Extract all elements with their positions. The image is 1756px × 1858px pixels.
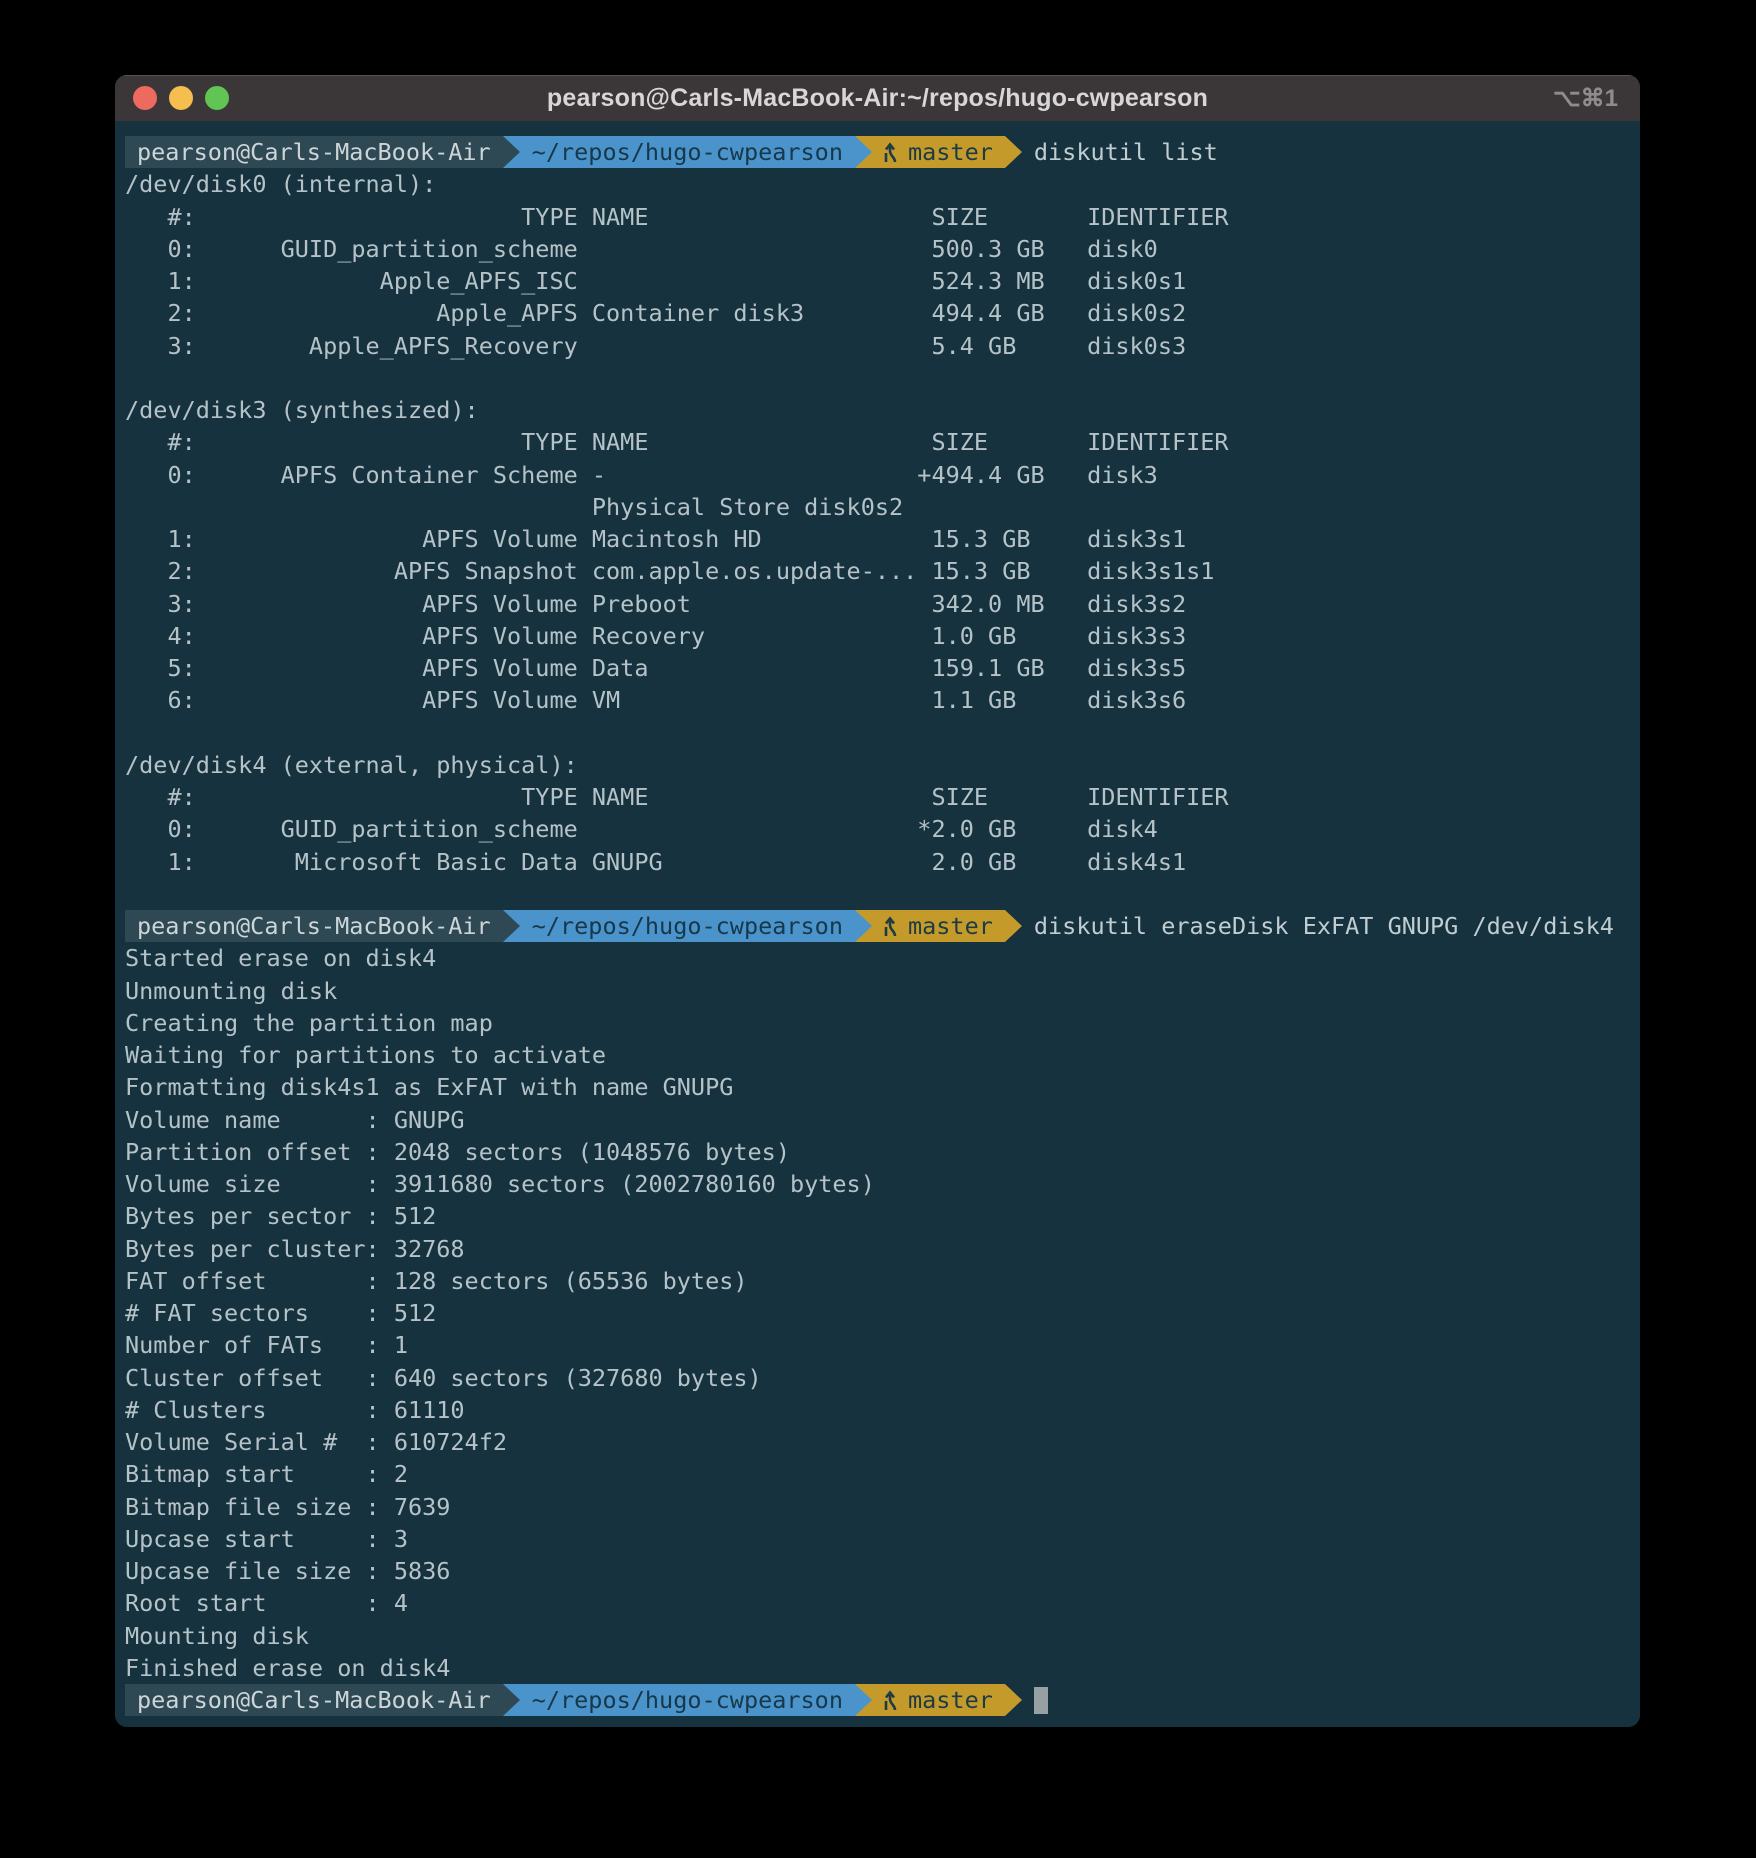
- window-title: pearson@Carls-MacBook-Air:~/repos/hugo-c…: [115, 84, 1640, 113]
- terminal-window: pearson@Carls-MacBook-Air:~/repos/hugo-c…: [115, 75, 1640, 1727]
- shell-prompt: pearson@Carls-MacBook-Air ~/repos/hugo-cw…: [125, 136, 1640, 168]
- traffic-lights: [115, 86, 229, 110]
- terminal-output-line: Root start : 4: [125, 1587, 1640, 1619]
- powerline-arrow-icon: [1005, 910, 1022, 942]
- terminal-cursor[interactable]: [1034, 1687, 1048, 1714]
- terminal-output-line: Volume Serial # : 610724f2: [125, 1426, 1640, 1458]
- terminal-output-line: 3: Apple_APFS_Recovery 5.4 GB disk0s3: [125, 330, 1640, 362]
- terminal-output-line: 1: Microsoft Basic Data GNUPG 2.0 GB dis…: [125, 846, 1640, 878]
- shell-prompt: pearson@Carls-MacBook-Air ~/repos/hugo-cw…: [125, 1684, 1640, 1716]
- prompt-directory: ~/repos/hugo-cwpearson: [520, 136, 855, 168]
- terminal-output-line: #: TYPE NAME SIZE IDENTIFIER: [125, 201, 1640, 233]
- terminal-content[interactable]: pearson@Carls-MacBook-Air ~/repos/hugo-cw…: [115, 121, 1640, 1727]
- typed-command: diskutil list: [1034, 136, 1218, 168]
- terminal-output-line: Finished erase on disk4: [125, 1652, 1640, 1684]
- git-branch-label: master: [908, 912, 993, 940]
- terminal-output-line: 2: Apple_APFS Container disk3 494.4 GB d…: [125, 297, 1640, 329]
- powerline-arrow-icon: [503, 910, 520, 942]
- desktop-background: pearson@Carls-MacBook-Air:~/repos/hugo-c…: [0, 0, 1756, 1858]
- powerline-arrow-icon: [503, 136, 520, 168]
- git-branch-label: master: [908, 138, 993, 166]
- prompt-user-host: pearson@Carls-MacBook-Air: [125, 910, 503, 942]
- shell-prompt: pearson@Carls-MacBook-Air ~/repos/hugo-cw…: [125, 910, 1640, 942]
- prompt-git-branch: master: [872, 136, 1005, 168]
- terminal-output-line: Physical Store disk0s2: [125, 491, 1640, 523]
- prompt-git-branch: master: [872, 910, 1005, 942]
- prompt-git-branch: master: [872, 1684, 1005, 1716]
- git-branch-label: master: [908, 1686, 993, 1714]
- terminal-output-line: Mounting disk: [125, 1620, 1640, 1652]
- powerline-arrow-icon: [855, 1684, 872, 1716]
- terminal-output-line: 4: APFS Volume Recovery 1.0 GB disk3s3: [125, 620, 1640, 652]
- terminal-output-line: # FAT sectors : 512: [125, 1297, 1640, 1329]
- terminal-output-line: /dev/disk0 (internal):: [125, 168, 1640, 200]
- terminal-output-line: [125, 878, 1640, 910]
- git-branch-icon: [880, 913, 902, 939]
- terminal-output-line: Number of FATs : 1: [125, 1329, 1640, 1361]
- terminal-output-line: /dev/disk4 (external, physical):: [125, 749, 1640, 781]
- minimize-button[interactable]: [169, 86, 193, 110]
- prompt-directory: ~/repos/hugo-cwpearson: [520, 1684, 855, 1716]
- git-branch-icon: [880, 1687, 902, 1713]
- terminal-output-line: [125, 362, 1640, 394]
- terminal-output-line: Started erase on disk4: [125, 942, 1640, 974]
- terminal-output-line: 1: Apple_APFS_ISC 524.3 MB disk0s1: [125, 265, 1640, 297]
- terminal-output-line: Volume size : 3911680 sectors (200278016…: [125, 1168, 1640, 1200]
- terminal-output-line: Volume name : GNUPG: [125, 1104, 1640, 1136]
- terminal-output-line: 3: APFS Volume Preboot 342.0 MB disk3s2: [125, 588, 1640, 620]
- terminal-output-line: Waiting for partitions to activate: [125, 1039, 1640, 1071]
- close-button[interactable]: [133, 86, 157, 110]
- powerline-arrow-icon: [503, 1684, 520, 1716]
- prompt-directory: ~/repos/hugo-cwpearson: [520, 910, 855, 942]
- terminal-output-line: Formatting disk4s1 as ExFAT with name GN…: [125, 1071, 1640, 1103]
- terminal-output-line: Partition offset : 2048 sectors (1048576…: [125, 1136, 1640, 1168]
- powerline-arrow-icon: [855, 136, 872, 168]
- powerline-arrow-icon: [1005, 136, 1022, 168]
- terminal-output-line: Upcase start : 3: [125, 1523, 1640, 1555]
- terminal-output-line: # Clusters : 61110: [125, 1394, 1640, 1426]
- terminal-output-line: #: TYPE NAME SIZE IDENTIFIER: [125, 781, 1640, 813]
- terminal-output-line: 2: APFS Snapshot com.apple.os.update-...…: [125, 555, 1640, 587]
- terminal-output-line: 5: APFS Volume Data 159.1 GB disk3s5: [125, 652, 1640, 684]
- git-branch-icon: [880, 139, 902, 165]
- terminal-output-line: Cluster offset : 640 sectors (327680 byt…: [125, 1362, 1640, 1394]
- terminal-output-line: 1: APFS Volume Macintosh HD 15.3 GB disk…: [125, 523, 1640, 555]
- terminal-output-line: Bytes per sector : 512: [125, 1200, 1640, 1232]
- terminal-output-line: Bitmap start : 2: [125, 1458, 1640, 1490]
- powerline-arrow-icon: [855, 910, 872, 942]
- powerline-arrow-icon: [1005, 1684, 1022, 1716]
- terminal-output-line: Bitmap file size : 7639: [125, 1491, 1640, 1523]
- terminal-output-line: Unmounting disk: [125, 975, 1640, 1007]
- terminal-output-line: Upcase file size : 5836: [125, 1555, 1640, 1587]
- terminal-output-line: 0: APFS Container Scheme - +494.4 GB dis…: [125, 459, 1640, 491]
- zoom-button[interactable]: [205, 86, 229, 110]
- terminal-output-line: 0: GUID_partition_scheme 500.3 GB disk0: [125, 233, 1640, 265]
- typed-command: diskutil eraseDisk ExFAT GNUPG /dev/disk…: [1034, 910, 1614, 942]
- prompt-user-host: pearson@Carls-MacBook-Air: [125, 1684, 503, 1716]
- prompt-user-host: pearson@Carls-MacBook-Air: [125, 136, 503, 168]
- window-shortcut-badge: ⌥⌘1: [1553, 75, 1618, 121]
- terminal-output-line: 0: GUID_partition_scheme *2.0 GB disk4: [125, 813, 1640, 845]
- terminal-output-line: 6: APFS Volume VM 1.1 GB disk3s6: [125, 684, 1640, 716]
- terminal-output-line: Creating the partition map: [125, 1007, 1640, 1039]
- terminal-output-line: #: TYPE NAME SIZE IDENTIFIER: [125, 426, 1640, 458]
- window-titlebar[interactable]: pearson@Carls-MacBook-Air:~/repos/hugo-c…: [115, 75, 1640, 121]
- terminal-output-line: Bytes per cluster: 32768: [125, 1233, 1640, 1265]
- terminal-output-line: [125, 717, 1640, 749]
- terminal-output-line: /dev/disk3 (synthesized):: [125, 394, 1640, 426]
- terminal-output-line: FAT offset : 128 sectors (65536 bytes): [125, 1265, 1640, 1297]
